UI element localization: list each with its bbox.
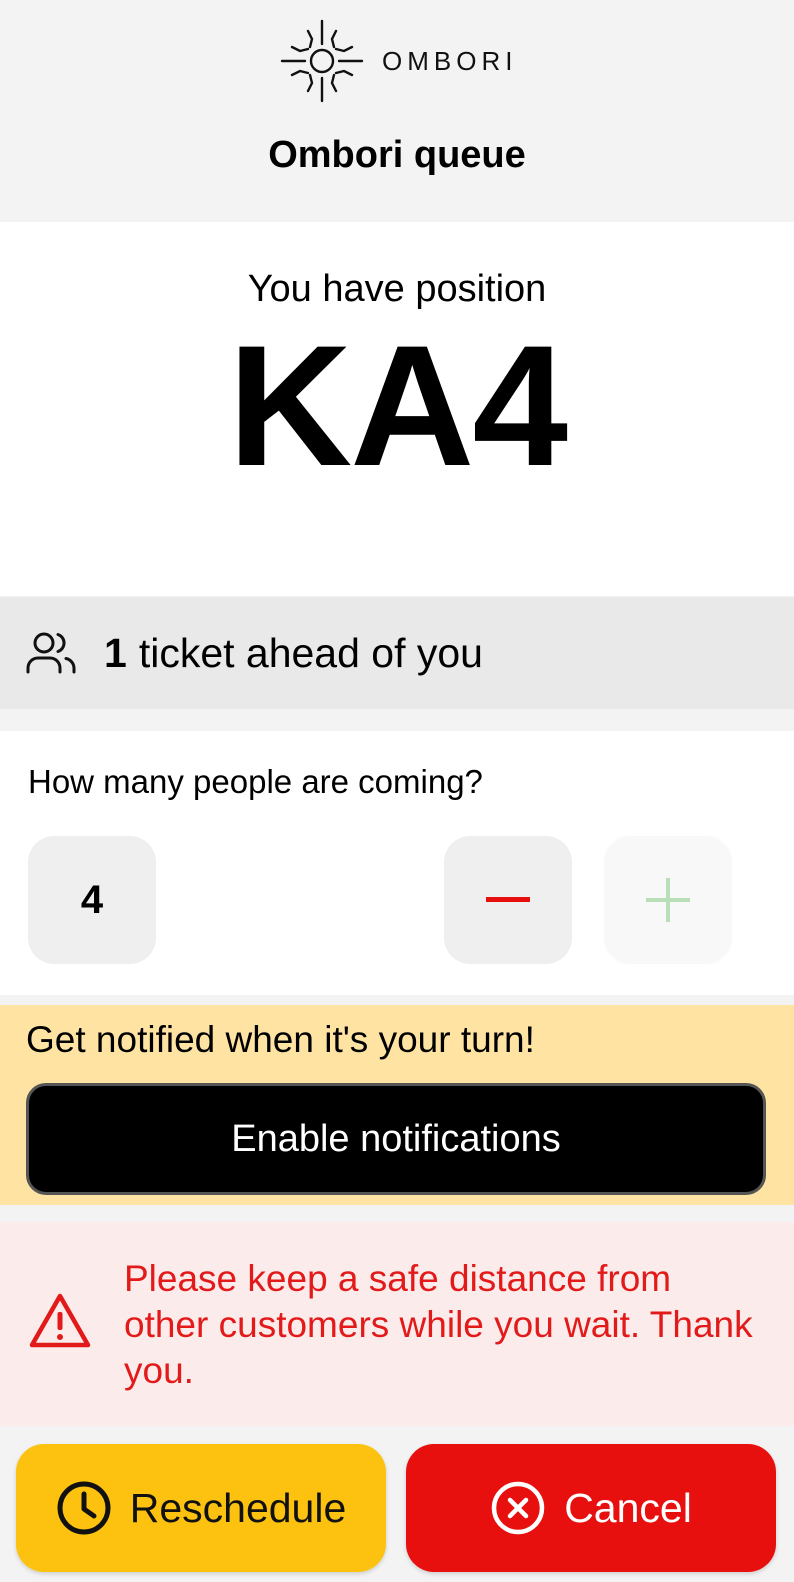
cancel-label: Cancel [564,1484,692,1531]
tickets-ahead-text: 1 ticket ahead of you [104,630,483,677]
warning-icon [29,1293,91,1348]
reschedule-button[interactable]: Reschedule [16,1444,386,1572]
people-icon [26,632,76,674]
page-title: Ombori queue [268,134,526,176]
tickets-ahead-count: 1 [104,629,127,676]
increment-button[interactable] [604,836,732,964]
enable-notifications-button[interactable]: Enable notifications [26,1083,766,1195]
tickets-ahead-label: ticket ahead of you [138,629,483,676]
decrement-button[interactable] [444,836,572,964]
action-bar: Reschedule Cancel [0,1426,794,1582]
plus-icon [646,878,690,922]
ticket-code: KA4 [227,310,568,502]
notification-prompt: Get notified when it's your turn! [26,1019,535,1060]
close-circle-icon [491,1481,545,1535]
logo-wordmark: OMBORI [382,45,518,76]
notification-banner: Get notified when it's your turn! Enable… [0,1005,794,1205]
position-label: You have position [247,268,547,310]
queue-page: OMBORI Ombori queue You have position KA… [0,0,794,1582]
party-size-card: How many people are coming? 4 [0,731,794,995]
tickets-ahead-row: 1 ticket ahead of you [0,597,794,709]
header: OMBORI Ombori queue [0,0,794,220]
minus-icon [486,897,530,902]
warning-message: Please keep a safe distance from other c… [124,1258,753,1391]
reschedule-label: Reschedule [129,1484,347,1531]
ombori-sun-icon [280,19,364,103]
safety-warning: Please keep a safe distance from other c… [0,1222,794,1426]
party-size-value: 4 [28,836,156,964]
cancel-button[interactable]: Cancel [406,1444,776,1572]
position-card: You have position KA4 [0,222,794,596]
party-size-question: How many people are coming? [28,763,483,800]
clock-icon [57,1481,111,1535]
ombori-logo: OMBORI [280,18,520,104]
